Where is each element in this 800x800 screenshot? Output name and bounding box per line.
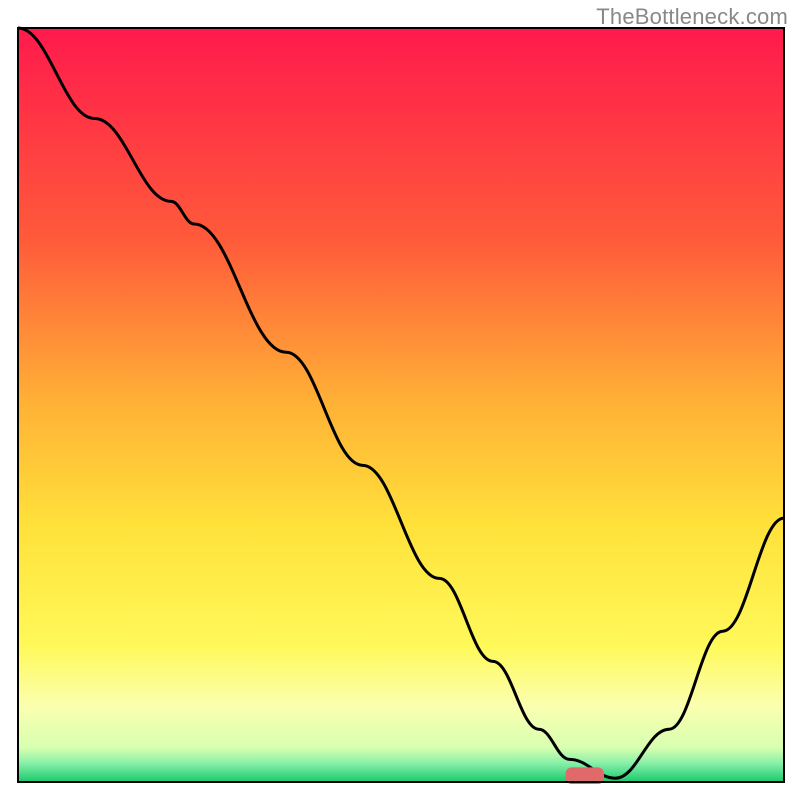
watermark-text: TheBottleneck.com [596,4,788,30]
chart-background [18,28,784,782]
chart-canvas [0,0,800,800]
bottleneck-chart: TheBottleneck.com [0,0,800,800]
